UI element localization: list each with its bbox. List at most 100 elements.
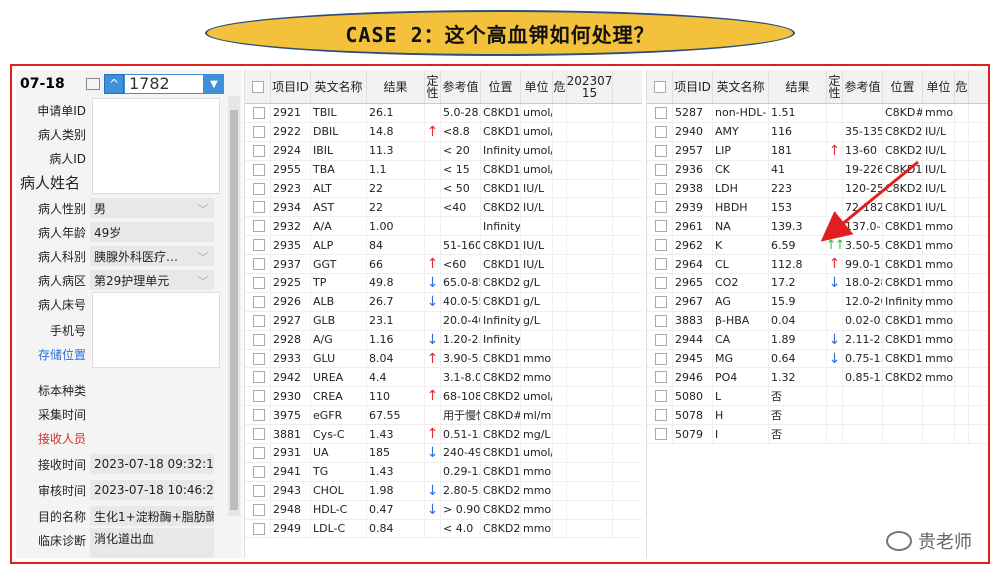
row-checkbox[interactable] <box>647 104 673 122</box>
chevron-down-icon[interactable]: ▼ <box>204 74 224 94</box>
ward-select[interactable]: 第29护理单元 ﹀ <box>90 270 214 290</box>
table-row[interactable]: 2927GLB23.1 20.0-40InfinityA#g/L <box>245 311 642 331</box>
row-checkbox[interactable] <box>647 141 673 160</box>
row-checkbox[interactable] <box>647 311 673 330</box>
receive-time-value[interactable]: 2023-07-18 09:32:18 <box>90 454 214 474</box>
table-row[interactable]: 2930CREA110↑68-108C8KD2#52umol/L <box>245 387 642 407</box>
diagnosis-textarea[interactable]: 消化道出血 <box>90 528 214 558</box>
col-header-flag[interactable]: 定性 <box>827 70 843 103</box>
col-header-result[interactable]: 结果 <box>769 70 827 103</box>
table-row[interactable]: 5078 H 否 <box>647 406 988 426</box>
row-checkbox[interactable] <box>245 387 271 406</box>
table-row[interactable]: 2932A/A1.00 InfinityA# <box>245 217 642 237</box>
row-checkbox[interactable] <box>245 292 271 311</box>
row-checkbox[interactable] <box>245 425 271 444</box>
row-checkbox[interactable] <box>647 349 673 368</box>
row-checkbox[interactable] <box>647 274 673 292</box>
table-row[interactable]: 2938LDH223 120-250C8KD2#52IU/L <box>647 179 988 199</box>
row-checkbox[interactable] <box>647 179 673 198</box>
purpose-value[interactable]: 生化1+淀粉酶+脂肪酶 <box>90 506 214 526</box>
table-row[interactable]: 2945MG0.64↓0.75-1.0C8KD1#52mmol/L <box>647 349 988 369</box>
col-header-unit[interactable]: 单位 <box>923 70 955 103</box>
row-checkbox[interactable] <box>245 179 271 198</box>
table-row[interactable]: 2941TG1.43 0.29-1.8C8KD1#52mmol/L <box>245 462 642 482</box>
table-row[interactable]: 3883β-HBA0.04 0.02-0.2C8KD1#52mmol/L <box>647 311 988 331</box>
table-row[interactable]: 2949LDL-C0.84 < 4.0C8KD2#52mmol/L <box>245 519 642 539</box>
table-row[interactable]: 2934AST22 <40C8KD2#52IU/L <box>245 198 642 218</box>
col-header-date[interactable]: 202307 15 <box>567 70 613 103</box>
row-checkbox[interactable] <box>245 368 271 387</box>
row-checkbox[interactable] <box>245 104 271 122</box>
row-checkbox[interactable] <box>245 141 271 160</box>
scrollbar-thumb[interactable] <box>230 110 238 510</box>
row-checkbox[interactable] <box>647 217 673 236</box>
left-panel-scrollbar[interactable] <box>228 96 240 516</box>
table-row[interactable]: 5080 L 否 <box>647 387 988 407</box>
col-header-flag[interactable]: 定性 <box>425 70 441 103</box>
row-checkbox[interactable] <box>647 387 673 406</box>
table-row[interactable]: 2933GLU8.04↑3.90-5.9C8KD1#52mmol/L <box>245 349 642 369</box>
table-row[interactable]: 5079 I 否 <box>647 425 988 445</box>
row-checkbox[interactable] <box>245 444 271 462</box>
select-all-checkbox[interactable] <box>245 70 271 103</box>
col-header-ref[interactable]: 参考值 <box>843 70 883 103</box>
table-row[interactable]: 2926ALB26.7↓40.0-55C8KD1#52g/L <box>245 292 642 312</box>
row-checkbox[interactable] <box>647 160 673 179</box>
row-checkbox[interactable] <box>245 255 271 274</box>
col-header-ref[interactable]: 参考值 <box>441 70 481 103</box>
table-row[interactable]: 2961NA139.3 137.0-14C8KD1#52mmol/L <box>647 217 988 237</box>
row-checkbox[interactable] <box>245 462 271 481</box>
row-checkbox[interactable] <box>245 349 271 368</box>
row-checkbox[interactable] <box>245 481 271 500</box>
dept-select[interactable]: 胰腺外科医疗… ﹀ <box>90 246 214 266</box>
table-row[interactable]: 2923ALT22 < 50C8KD1#52IU/L <box>245 179 642 199</box>
table-row[interactable]: 5287non-HDL-1.51 C8KD#52mmol/L <box>647 104 988 123</box>
calendar-icon[interactable] <box>86 78 100 90</box>
col-header-pos[interactable]: 位置 <box>481 70 521 103</box>
col-header-en[interactable]: 英文名称 <box>713 70 769 103</box>
audit-time-value[interactable]: 2023-07-18 10:46:28 <box>90 480 214 500</box>
col-header-risk[interactable]: 危 <box>553 70 567 103</box>
chevron-up-icon[interactable]: ^ <box>104 74 124 94</box>
table-row[interactable]: 2942UREA4.4 3.1-8.0C8KD2#52mmol/L <box>245 368 642 388</box>
table-row[interactable]: 2943CHOL1.98↓2.80-5.7C8KD2#52mmol/L <box>245 481 642 501</box>
row-checkbox[interactable] <box>245 330 271 349</box>
table-row[interactable]: 2937GGT66↑<60C8KD1#52IU/L <box>245 255 642 275</box>
date-field[interactable]: 07-18 <box>18 76 86 92</box>
age-value[interactable]: 49岁 <box>90 222 214 242</box>
table-row[interactable]: 2936CK41 19-226C8KD1#52IU/L <box>647 160 988 180</box>
row-checkbox[interactable] <box>647 292 673 311</box>
col-header-pos[interactable]: 位置 <box>883 70 923 103</box>
gender-select[interactable]: 男 ﹀ <box>90 198 214 218</box>
storage-label[interactable]: 存储位置 <box>18 346 90 363</box>
table-row[interactable]: 3975eGFR67.55 用于慢性C8KD#52ml/min <box>245 406 642 426</box>
col-header-result[interactable]: 结果 <box>367 70 425 103</box>
table-row[interactable]: 2965CO217.2↓18.0-28C8KD1#52mmol/L <box>647 274 988 293</box>
table-row[interactable]: 2935ALP84 51-160C8KD1#52IU/L <box>245 236 642 256</box>
table-row[interactable]: 2964CL112.8↑99.0-110C8KD1#52mmol/L <box>647 255 988 275</box>
row-checkbox[interactable] <box>245 274 271 292</box>
table-row[interactable]: 2940AMY116 35-135C8KD2#52IU/L <box>647 122 988 142</box>
table-row[interactable]: 2925TP49.8↓65.0-85C8KD2#52g/L <box>245 274 642 293</box>
table-row[interactable]: 2931UA185↓240-490C8KD1#52umol/L <box>245 444 642 463</box>
col-header-id[interactable]: 项目ID <box>673 70 713 103</box>
row-checkbox[interactable] <box>647 330 673 349</box>
row-checkbox[interactable] <box>245 160 271 179</box>
col-header-en[interactable]: 英文名称 <box>311 70 367 103</box>
row-checkbox[interactable] <box>647 406 673 425</box>
select-all-checkbox[interactable] <box>647 70 673 103</box>
col-header-unit[interactable]: 单位 <box>521 70 553 103</box>
row-checkbox[interactable] <box>647 425 673 444</box>
table-row[interactable]: 2922DBIL14.8↑<8.8C8KD1#52umol/L <box>245 122 642 142</box>
table-row[interactable]: 2921TBIL26.1 5.0-28.0C8KD1#52umol/L <box>245 104 642 123</box>
row-checkbox[interactable] <box>245 122 271 141</box>
table-row[interactable]: 2948HDL-C0.47↓> 0.90C8KD2#52mmol/L <box>245 500 642 520</box>
row-checkbox[interactable] <box>245 198 271 217</box>
row-checkbox[interactable] <box>245 406 271 425</box>
row-checkbox[interactable] <box>647 368 673 387</box>
row-checkbox[interactable] <box>647 122 673 141</box>
row-checkbox[interactable] <box>245 236 271 255</box>
table-row[interactable]: 2962K6.59↑↑3.50-5.3C8KD1#52mmol/L <box>647 236 988 256</box>
table-row[interactable]: 2957LIP181↑13-60C8KD2#52IU/L <box>647 141 988 161</box>
sample-number-input[interactable]: 1782 <box>124 74 204 94</box>
